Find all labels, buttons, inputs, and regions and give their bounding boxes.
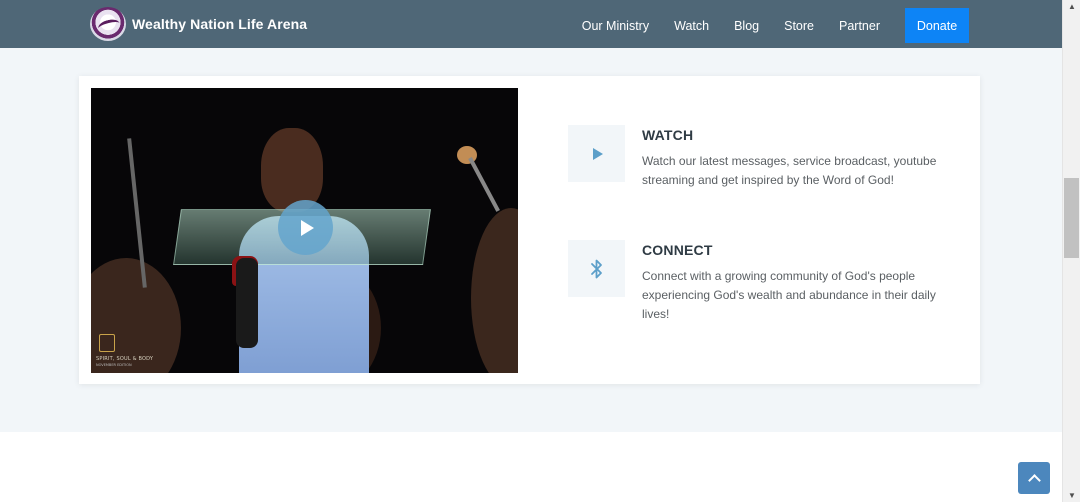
site-logo <box>90 7 126 41</box>
page-scrollbar[interactable]: ▲ ▼ <box>1062 0 1080 502</box>
watch-connect-section: SPIRIT, SOUL & BODY NOVEMBER EDITION WAT… <box>0 48 1062 432</box>
handheld-mic <box>236 258 258 348</box>
nav-link-blog[interactable]: Blog <box>734 19 759 33</box>
nav-link-our-ministry[interactable]: Our Ministry <box>582 19 649 33</box>
feature-title: CONNECT <box>642 242 713 258</box>
feature-description: Connect with a growing community of God'… <box>642 269 936 321</box>
video-thumbnail[interactable]: SPIRIT, SOUL & BODY NOVEMBER EDITION <box>91 88 518 373</box>
donate-button[interactable]: Donate <box>905 8 969 43</box>
play-icon <box>301 219 314 236</box>
watch-icon-box[interactable] <box>568 125 625 182</box>
nav-link-watch[interactable]: Watch <box>674 19 709 33</box>
site-header: Wealthy Nation Life Arena Our Ministry W… <box>0 0 1062 48</box>
watermark-subtitle: NOVEMBER EDITION <box>96 363 132 367</box>
audience-head-right <box>471 208 518 373</box>
scroll-down-arrow-icon[interactable]: ▼ <box>1068 491 1076 500</box>
speaker-head <box>261 128 323 212</box>
back-to-top-button[interactable] <box>1018 462 1050 494</box>
video-play-button[interactable] <box>278 200 333 255</box>
nav-link-store[interactable]: Store <box>784 19 814 33</box>
scrollbar-thumb[interactable] <box>1064 178 1079 258</box>
main-nav: Our Ministry Watch Blog Store Partner Do… <box>582 8 969 43</box>
connect-icon-box[interactable] <box>568 240 625 297</box>
brand-link[interactable]: Wealthy Nation Life Arena <box>90 7 307 41</box>
feature-card: SPIRIT, SOUL & BODY NOVEMBER EDITION WAT… <box>79 76 980 384</box>
scroll-up-arrow-icon[interactable]: ▲ <box>1068 2 1076 11</box>
feature-description: Watch our latest messages, service broad… <box>642 154 937 187</box>
mic-stand-right <box>468 157 500 212</box>
chevron-up-icon <box>1027 473 1041 487</box>
watermark-logo <box>99 334 115 352</box>
nav-link-partner[interactable]: Partner <box>839 19 880 33</box>
bluetooth-icon <box>590 259 602 278</box>
play-icon <box>593 147 603 160</box>
feature-title: WATCH <box>642 127 694 143</box>
brand-name: Wealthy Nation Life Arena <box>132 16 308 32</box>
watermark-title: SPIRIT, SOUL & BODY <box>96 356 154 362</box>
